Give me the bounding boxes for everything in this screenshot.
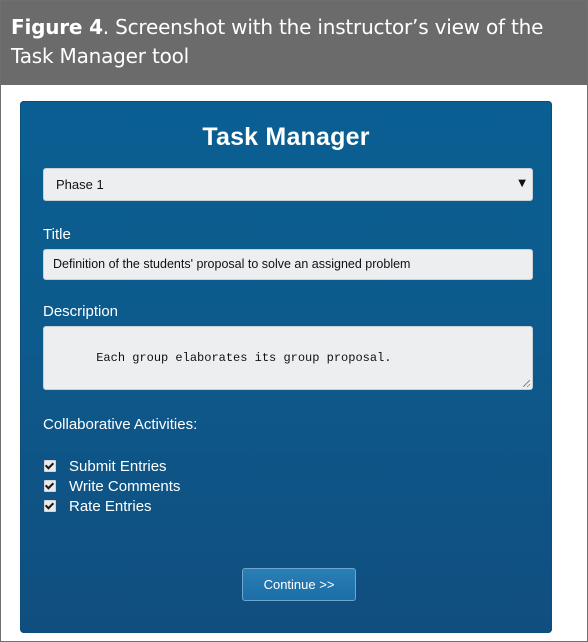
phase-select-value: Phase 1 xyxy=(56,177,104,192)
figure-caption: Figure 4. Screenshot with the instructor… xyxy=(1,1,587,85)
rate-entries-label: Rate Entries xyxy=(69,497,152,515)
resize-grip-icon[interactable] xyxy=(523,380,530,387)
description-label: Description xyxy=(43,303,119,320)
write-comments-label: Write Comments xyxy=(69,477,181,495)
page-title: Task Manager xyxy=(202,123,370,151)
activities-checkbox-list: Submit Entries Write Comments Rate Entri… xyxy=(44,456,180,516)
write-comments-checkbox[interactable] xyxy=(44,480,56,492)
checkbox-row-submit-entries: Submit Entries xyxy=(44,456,180,476)
figure-caption-label: Figure 4 xyxy=(11,15,103,39)
figure-container: Figure 4. Screenshot with the instructor… xyxy=(0,0,588,642)
collaborative-activities-label: Collaborative Activities: xyxy=(43,416,198,433)
submit-entries-checkbox[interactable] xyxy=(44,460,56,472)
description-text: Each group elaborates its group proposal… xyxy=(96,351,392,365)
triangle-down-icon: ▼ xyxy=(518,178,526,189)
continue-button[interactable]: Continue >> xyxy=(242,568,356,601)
task-manager-panel: Task Manager Phase 1 ▼ Title Definition … xyxy=(20,101,552,633)
checkbox-row-write-comments: Write Comments xyxy=(44,476,180,496)
title-label: Title xyxy=(43,226,71,243)
phase-select[interactable]: Phase 1 ▼ xyxy=(43,168,533,201)
description-textarea[interactable]: Each group elaborates its group proposal… xyxy=(43,326,533,390)
title-input[interactable]: Definition of the students' proposal to … xyxy=(43,249,533,280)
checkbox-row-rate-entries: Rate Entries xyxy=(44,496,180,516)
rate-entries-checkbox[interactable] xyxy=(44,500,56,512)
submit-entries-label: Submit Entries xyxy=(69,457,167,475)
